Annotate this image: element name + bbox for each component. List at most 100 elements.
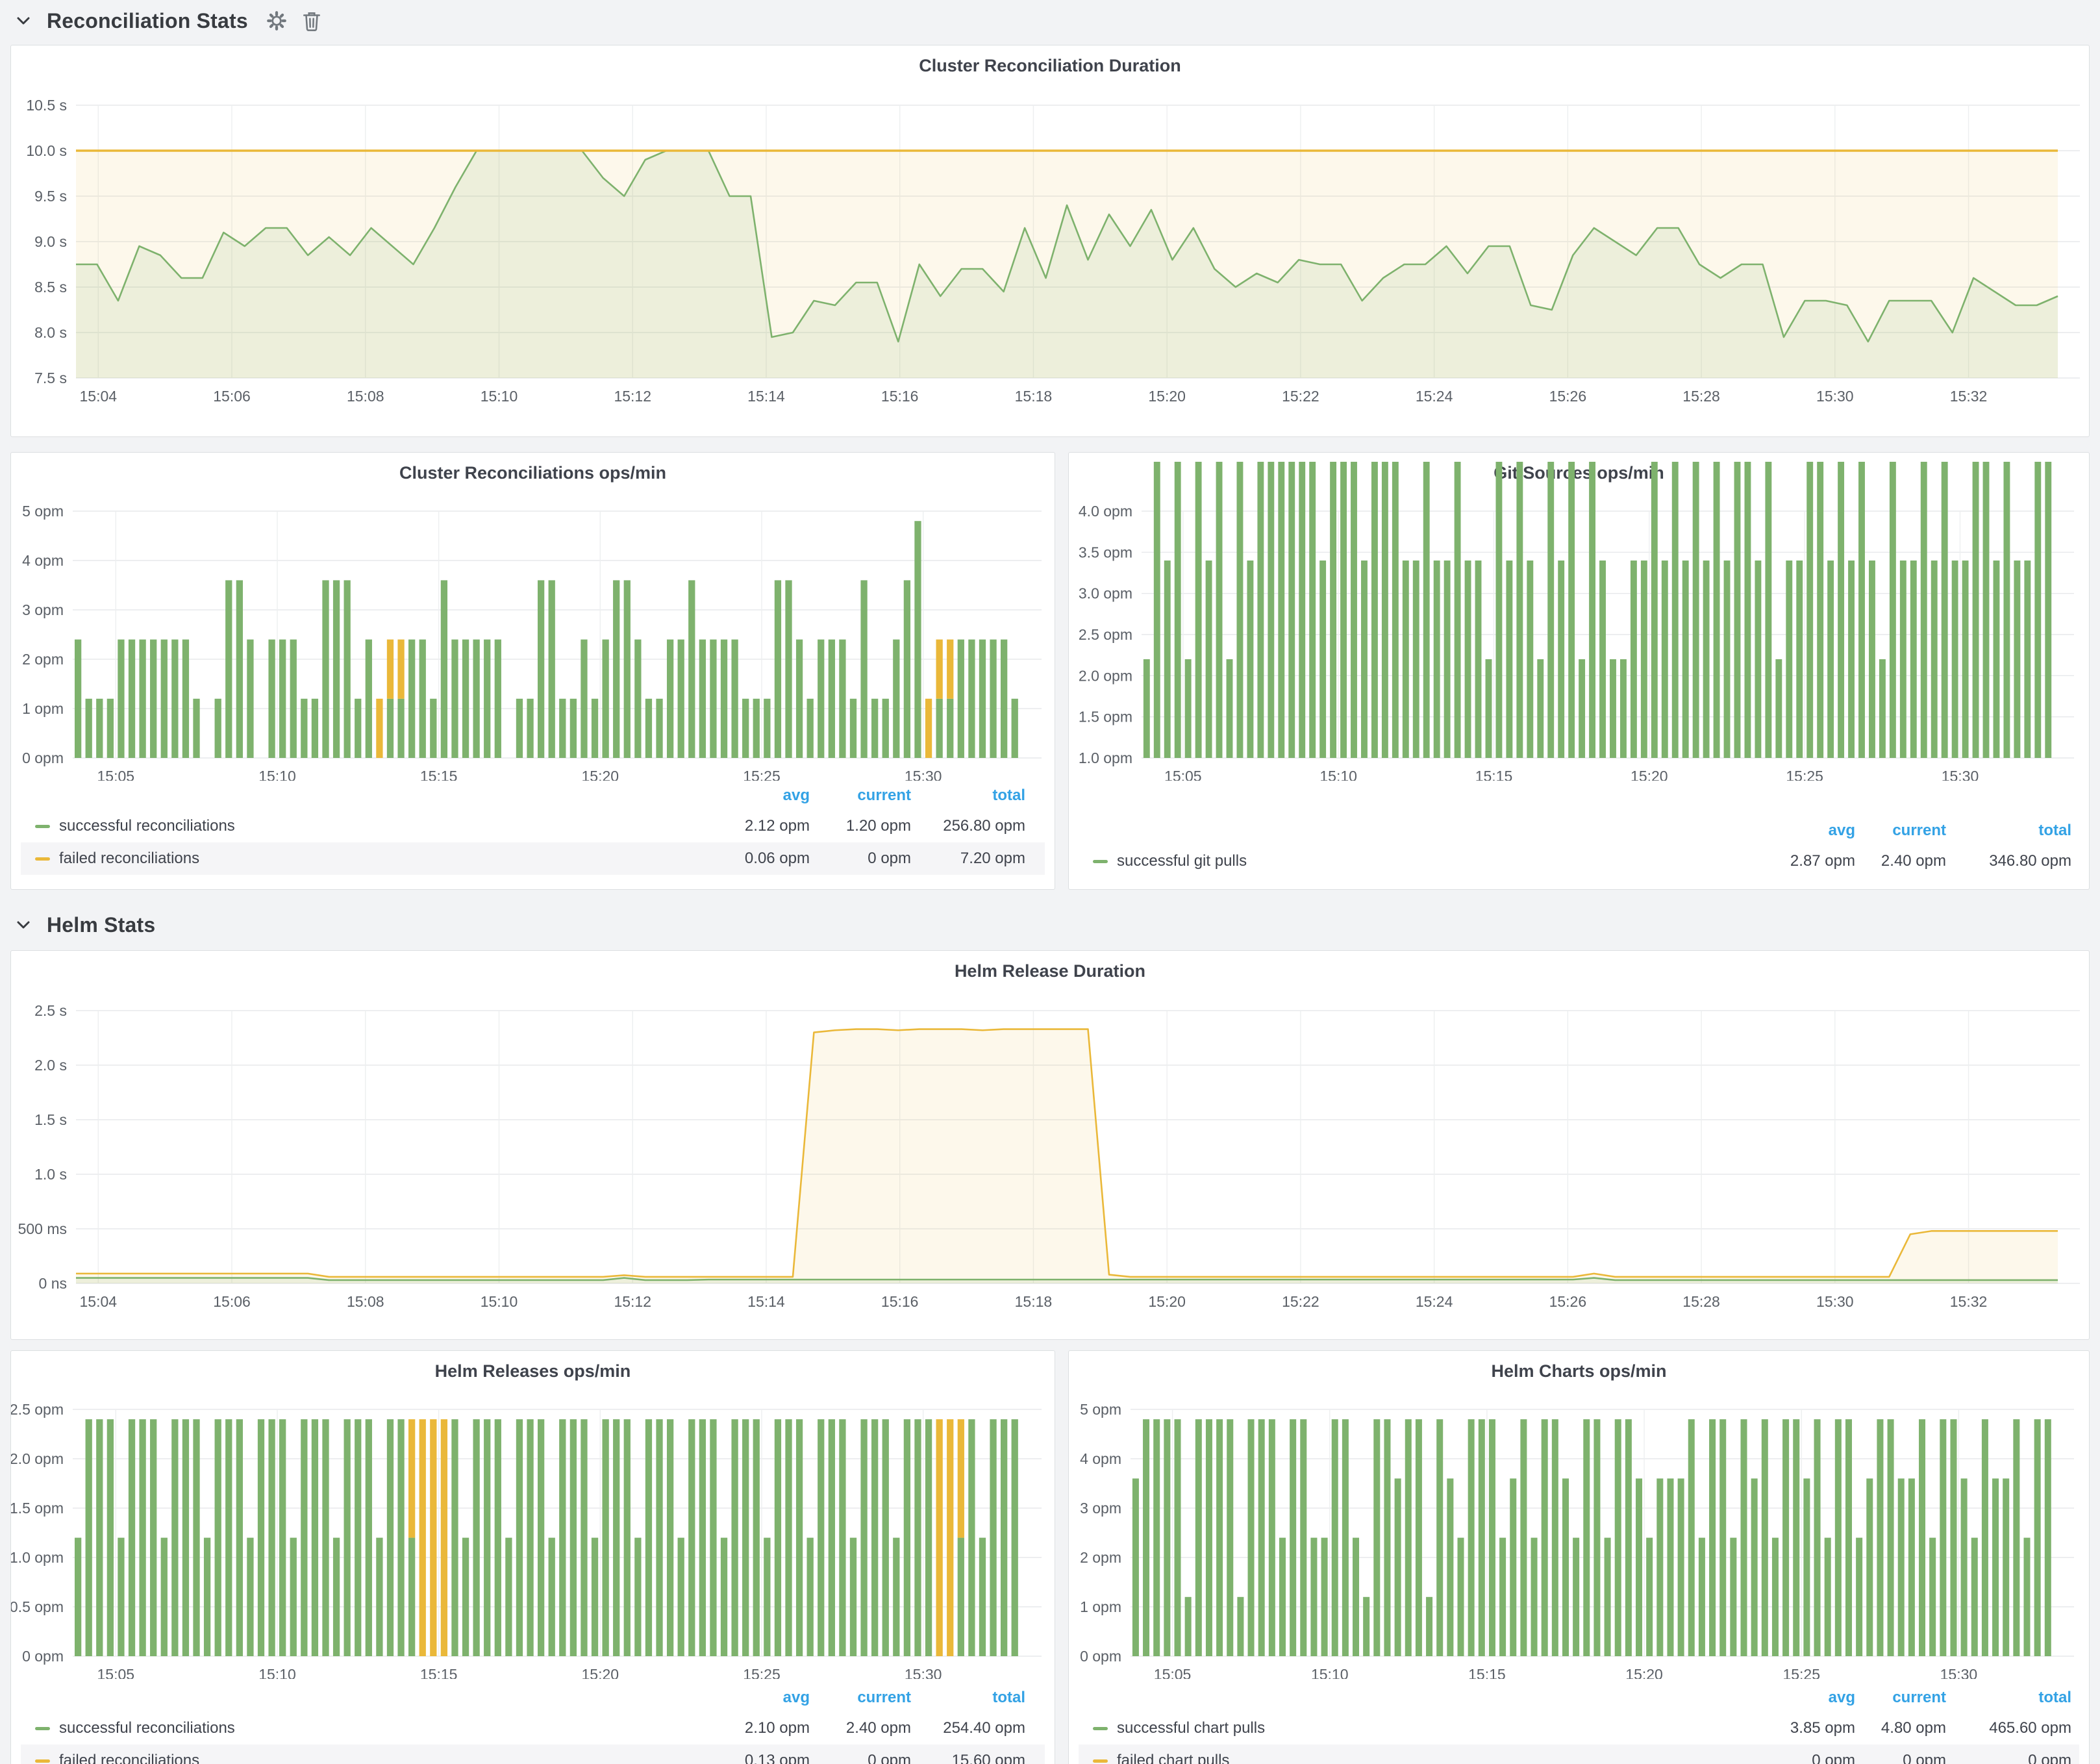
bar [613, 1419, 619, 1656]
bar [1888, 1419, 1894, 1656]
bar [710, 1419, 716, 1656]
bar [473, 1419, 480, 1656]
bar [785, 1419, 792, 1656]
legend-sort-current[interactable]: current [857, 1689, 911, 1707]
bar [1371, 462, 1378, 758]
legend-sort-total[interactable]: total [992, 787, 1025, 805]
legend-row: failed reconciliations 0.13 opm 0 opm 15… [21, 1745, 1045, 1764]
bar [731, 1419, 738, 1656]
series-label[interactable]: successful chart pulls [1117, 1719, 1265, 1737]
y-axis-tick-label: 9.0 s [34, 233, 67, 250]
bar [624, 1419, 631, 1656]
y-axis-tick-label: 3 opm [1080, 1500, 1121, 1517]
legend-sort-avg[interactable]: avg [1829, 1689, 1855, 1707]
bar [1656, 1478, 1663, 1656]
legend-current-value: 0 opm [868, 850, 911, 868]
bar [602, 1419, 608, 1656]
y-axis-tick-label: 1.5 opm [11, 1500, 64, 1517]
bar [1164, 561, 1171, 758]
legend-total-value: 465.60 opm [1989, 1719, 2071, 1737]
legend-current-value: 4.80 opm [1881, 1719, 1946, 1737]
section-title[interactable]: Helm Stats [47, 913, 155, 937]
legend-sort-current[interactable]: current [1892, 822, 1946, 840]
bar [990, 1419, 996, 1656]
bar [1153, 1419, 1160, 1656]
x-axis-tick-label: 15:32 [1950, 1293, 1988, 1310]
bar [1269, 1419, 1275, 1656]
bar [150, 640, 156, 758]
bar [850, 699, 856, 758]
bar [882, 1419, 889, 1656]
section-header-reconciliation-stats[interactable]: Reconciliation Stats [12, 4, 323, 38]
y-axis-tick-label: 9.5 s [34, 188, 67, 205]
cluster-reconciliations-ops-chart[interactable]: 5 opm4 opm3 opm2 opm1 opm0 opm15:0515:10… [11, 453, 1055, 781]
bar [419, 640, 426, 758]
legend-sort-total[interactable]: total [2038, 822, 2071, 840]
panel-helm-charts-ops: Helm Charts ops/min 5 opm4 opm3 opm2 opm… [1068, 1350, 2090, 1764]
bar [1552, 1419, 1558, 1656]
bar [947, 699, 953, 758]
bar [1395, 1478, 1401, 1656]
bar [624, 580, 631, 758]
bar [1300, 1419, 1306, 1656]
series-label[interactable]: failed reconciliations [59, 850, 199, 868]
x-axis-tick-label: 15:25 [743, 1666, 781, 1679]
gear-icon[interactable] [265, 9, 288, 32]
cluster-reconciliation-duration-chart[interactable]: 10.5 s10.0 s9.5 s9.0 s8.5 s8.0 s7.5 s15:… [11, 45, 2089, 436]
bar [1444, 561, 1451, 758]
series-label[interactable]: successful reconciliations [59, 1719, 235, 1737]
bar [1495, 462, 1502, 758]
helm-release-duration-chart[interactable]: 2.5 s2.0 s1.5 s1.0 s500 ms0 ns15:0415:06… [11, 951, 2089, 1339]
legend-sort-current[interactable]: current [857, 787, 911, 805]
bar [1782, 1419, 1789, 1656]
bar [1942, 462, 1948, 758]
section-header-helm-stats[interactable]: Helm Stats [12, 908, 155, 942]
legend-sort-avg[interactable]: avg [1829, 822, 1855, 840]
bar [1796, 561, 1803, 758]
y-axis-tick-label: 5 opm [22, 503, 64, 520]
bar [1516, 462, 1523, 758]
dashboard: { "colors": { "green": "#7EB26D", "yello… [0, 0, 2100, 1764]
bar [171, 640, 178, 758]
bar [1772, 1538, 1779, 1656]
legend-sort-current[interactable]: current [1892, 1689, 1946, 1707]
bar [1361, 561, 1368, 758]
series-label[interactable]: failed chart pulls [1117, 1752, 1229, 1764]
bar [871, 699, 878, 758]
trash-icon[interactable] [300, 9, 323, 32]
helm-releases-ops-chart[interactable]: 2.5 opm2.0 opm1.5 opm1.0 opm0.5 opm0 opm… [11, 1351, 1055, 1679]
series-label[interactable]: successful reconciliations [59, 817, 235, 835]
bar [397, 699, 404, 758]
git-sources-ops-chart[interactable]: 4.0 opm3.5 opm3.0 opm2.5 opm2.0 opm1.5 o… [1069, 453, 2089, 781]
legend-avg-value: 3.85 opm [1790, 1719, 1855, 1737]
legend-sort-avg[interactable]: avg [783, 787, 810, 805]
section-title[interactable]: Reconciliation Stats [47, 9, 248, 33]
x-axis-tick-label: 15:05 [97, 768, 135, 781]
bar [1479, 1419, 1485, 1656]
bar [1258, 1419, 1265, 1656]
bar [893, 1538, 899, 1656]
bar [1973, 462, 1979, 758]
bar [2045, 1419, 2051, 1656]
bar [1615, 1419, 1621, 1656]
bar [1227, 1419, 1233, 1656]
legend-sort-total[interactable]: total [2038, 1689, 2071, 1707]
bar [742, 699, 749, 758]
legend-helm-releases: avg current total successful reconciliat… [21, 1683, 1045, 1764]
legend-sort-total[interactable]: total [992, 1689, 1025, 1707]
panel-git-sources-ops: Git Sources ops/min 4.0 opm3.5 opm3.0 op… [1068, 452, 2090, 890]
legend-sort-avg[interactable]: avg [783, 1689, 810, 1707]
bar [387, 699, 394, 758]
bar [549, 1538, 555, 1656]
series-label[interactable]: failed reconciliations [59, 1752, 199, 1764]
x-axis-tick-label: 15:12 [614, 388, 651, 405]
bar [1206, 561, 1212, 758]
bar [549, 580, 555, 758]
x-axis-tick-label: 15:05 [1154, 1666, 1192, 1679]
helm-charts-ops-chart[interactable]: 5 opm4 opm3 opm2 opm1 opm0 opm15:0515:10… [1069, 1351, 2089, 1679]
bar [1786, 561, 1792, 758]
y-axis-tick-label: 0 ns [39, 1275, 67, 1292]
y-axis-tick-label: 4 opm [22, 552, 64, 569]
series-label[interactable]: successful git pulls [1117, 852, 1247, 870]
bar [1144, 659, 1150, 758]
